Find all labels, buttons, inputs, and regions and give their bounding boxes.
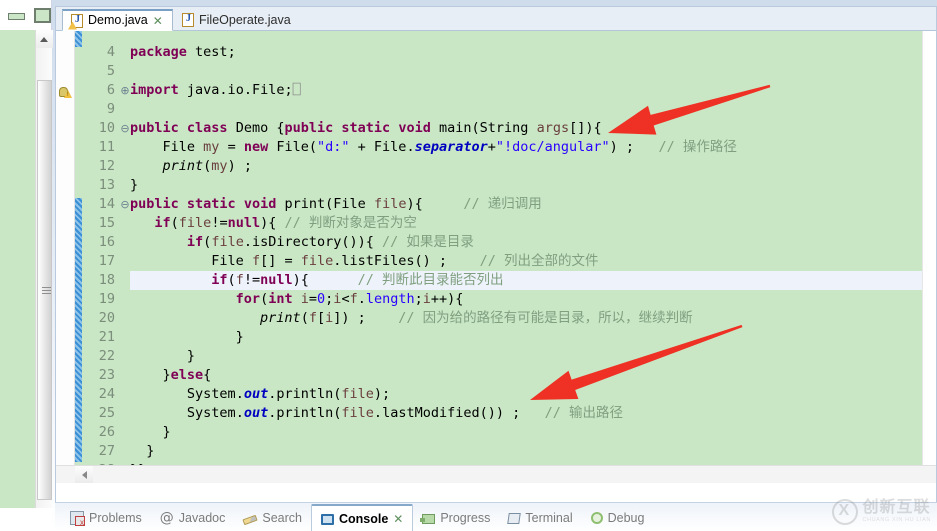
line-number: 4: [106, 44, 115, 60]
scrollbar-thumb[interactable]: [37, 80, 52, 500]
line-number: 25: [98, 405, 115, 421]
view-tabs: Problems @ Javadoc Search Console ✕ Progress Te…: [61, 503, 653, 531]
code-line[interactable]: public class Demo {public static void ma…: [130, 119, 602, 138]
watermark-en-text: CHUANG XIN HU LIAN: [862, 517, 931, 524]
code-line[interactable]: }: [130, 328, 244, 347]
view-tab-label: Debug: [607, 510, 645, 525]
line-number: 17: [98, 253, 115, 269]
line-number: 18: [98, 272, 115, 288]
fold-toggle-icon[interactable]: ⊖: [120, 195, 130, 214]
code-line[interactable]: }: [130, 176, 138, 195]
tab-demo-java[interactable]: Demo.java ✕: [62, 9, 173, 31]
line-number: 20: [98, 310, 115, 326]
code-line[interactable]: if(file!=null){ // 判断对象是否为空: [130, 214, 416, 233]
java-file-icon: [68, 13, 83, 30]
left-panel-bottom-filler: [0, 508, 52, 531]
view-tab-progress[interactable]: Progress: [413, 504, 499, 531]
code-line[interactable]: print(my) ;: [130, 157, 252, 176]
java-file-icon: [182, 13, 194, 27]
line-number: 5: [106, 63, 115, 79]
circle-x-logo-icon: [832, 499, 859, 525]
tab-fileoperate-java[interactable]: FileOperate.java: [174, 9, 300, 31]
warning-lightbulb-icon[interactable]: [59, 86, 73, 99]
view-tab-label: Problems: [89, 510, 142, 525]
annotation-ruler[interactable]: [56, 31, 75, 483]
scroll-up-arrow-icon[interactable]: [36, 30, 53, 48]
code-line[interactable]: package test;: [130, 43, 236, 62]
view-tab-terminal[interactable]: Terminal: [499, 504, 581, 531]
code-line[interactable]: File my = new File("d:" + File.separator…: [130, 138, 737, 157]
overview-ruler[interactable]: [922, 31, 936, 483]
code-line[interactable]: File f[] = file.listFiles() ; // 列出全部的文件: [130, 252, 598, 271]
line-number: 11: [98, 139, 115, 155]
fold-toggle-icon[interactable]: ⊕: [120, 81, 130, 100]
console-icon: [320, 513, 334, 525]
line-number: 24: [98, 386, 115, 402]
code-line[interactable]: if(file.isDirectory()){ // 如果是目录: [130, 233, 474, 252]
line-number: 21: [98, 329, 115, 345]
horizontal-scrollbar[interactable]: [56, 465, 936, 483]
close-icon[interactable]: ✕: [393, 513, 403, 525]
search-icon: [242, 514, 258, 525]
eclipse-editor-window: Demo.java ✕ FileOperate.java 4p: [0, 0, 937, 531]
view-tab-debug[interactable]: Debug: [582, 504, 654, 531]
terminal-icon: [507, 513, 522, 524]
line-number: 16: [98, 234, 115, 250]
code-line[interactable]: }else{: [130, 366, 212, 385]
editor-frame: Demo.java ✕ FileOperate.java 4p: [55, 6, 937, 502]
line-number: 14: [98, 196, 115, 212]
code-line[interactable]: System.out.println(file.lastModified()) …: [130, 404, 623, 423]
debug-icon: [590, 512, 603, 524]
code-line[interactable]: if(f!=null){ // 判断此目录能否列出: [130, 271, 503, 290]
view-tab-label: Console: [338, 511, 389, 526]
bottom-view-tab-bar: Problems @ Javadoc Search Console ✕ Progress Te…: [55, 502, 937, 531]
line-number: 6: [106, 82, 115, 98]
view-tab-javadoc[interactable]: @ Javadoc: [151, 504, 235, 531]
progress-icon: [420, 513, 436, 524]
scrollbar-grip-icon: [42, 287, 51, 295]
code-line[interactable]: print(f[i]) ; // 因为给的路径有可能是目录，所以，继续判断: [130, 309, 693, 328]
code-line[interactable]: }: [130, 347, 195, 366]
line-number: 19: [98, 291, 115, 307]
tab-label: FileOperate.java: [199, 12, 291, 27]
code-line[interactable]: import java.io.File;⎕: [130, 81, 301, 100]
left-side-panel: [0, 30, 35, 508]
view-tab-search[interactable]: Search: [234, 504, 311, 531]
close-icon[interactable]: ✕: [153, 15, 163, 27]
tab-label: Demo.java: [88, 13, 148, 28]
code-line[interactable]: for(int i=0;i<f.length;i++){: [130, 290, 464, 309]
warning-icon: [68, 21, 77, 30]
view-tab-problems[interactable]: Problems: [61, 504, 151, 531]
maximize-icon[interactable]: [34, 8, 51, 23]
minimize-icon[interactable]: [8, 13, 25, 20]
watermark-cn-text: 创新互联: [862, 499, 931, 517]
watermark: 创新互联 CHUANG XIN HU LIAN: [832, 499, 931, 525]
view-tab-label: Search: [262, 510, 302, 525]
left-panel-scrollbar[interactable]: [35, 30, 53, 508]
line-number: 15: [98, 215, 115, 231]
view-tab-console[interactable]: Console ✕: [310, 504, 414, 531]
line-number: 26: [98, 424, 115, 440]
line-number: 10: [98, 120, 115, 136]
javadoc-icon: @: [159, 509, 174, 526]
code-line[interactable]: }: [130, 442, 154, 461]
line-number: 27: [98, 443, 115, 459]
code-line[interactable]: public static void print(File file){ // …: [130, 195, 542, 214]
code-line[interactable]: System.out.println(file);: [130, 385, 390, 404]
line-number: 22: [98, 348, 115, 364]
line-number: 12: [98, 158, 115, 174]
problems-icon: [70, 510, 85, 528]
fold-toggle-icon[interactable]: ⊖: [120, 119, 130, 138]
editor-body[interactable]: 4 package test; 5 6 ⊕import java.io.File;⎕ 9 1…: [56, 31, 936, 483]
code-line[interactable]: }: [130, 423, 171, 442]
view-tab-label: Progress: [440, 510, 491, 525]
scroll-left-arrow-icon[interactable]: [75, 466, 93, 483]
line-number: 23: [98, 367, 115, 383]
view-tab-label: Terminal: [525, 510, 573, 525]
view-tab-label: Javadoc: [178, 510, 226, 525]
editor-tab-strip: Demo.java ✕ FileOperate.java: [56, 7, 936, 31]
line-number: 9: [106, 101, 115, 117]
line-number: 13: [98, 177, 115, 193]
window-controls: [0, 0, 52, 30]
